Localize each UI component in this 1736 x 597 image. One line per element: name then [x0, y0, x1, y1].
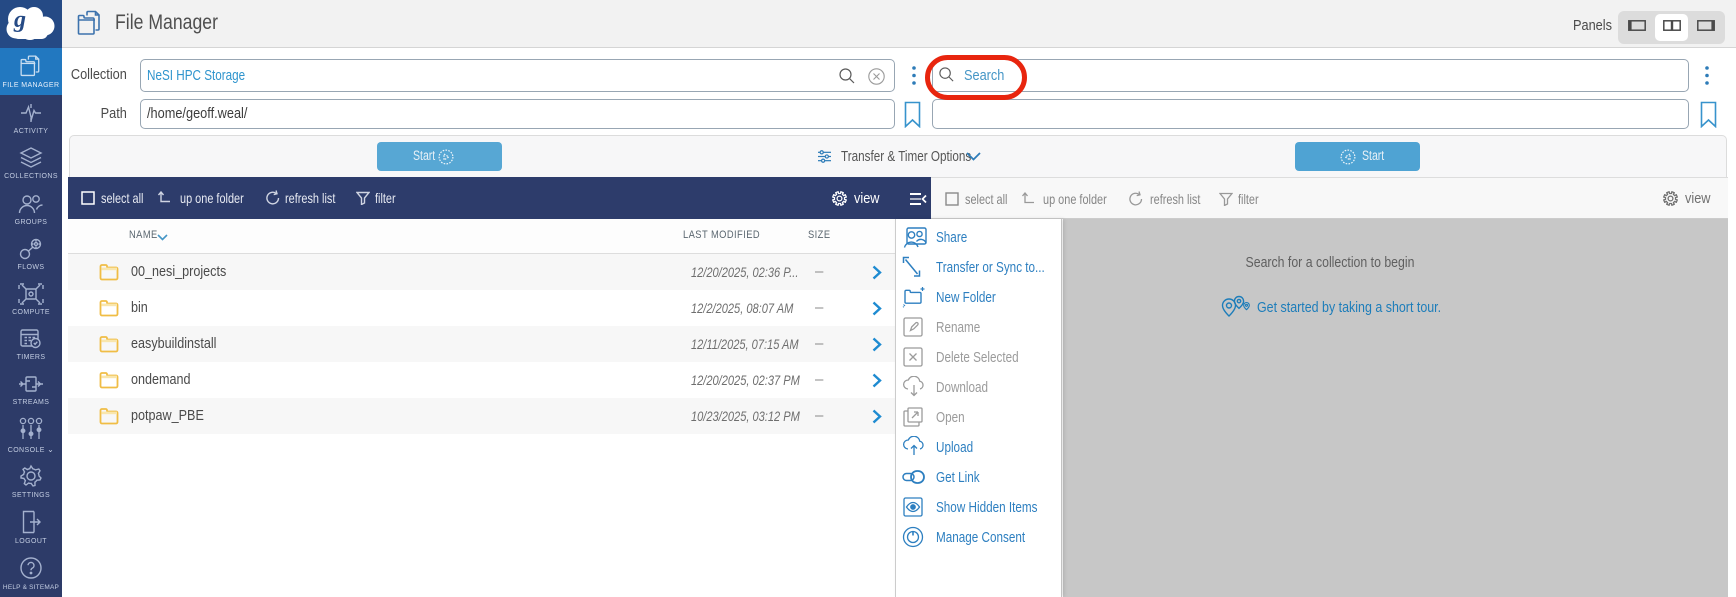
svg-text:g: g — [13, 7, 26, 33]
